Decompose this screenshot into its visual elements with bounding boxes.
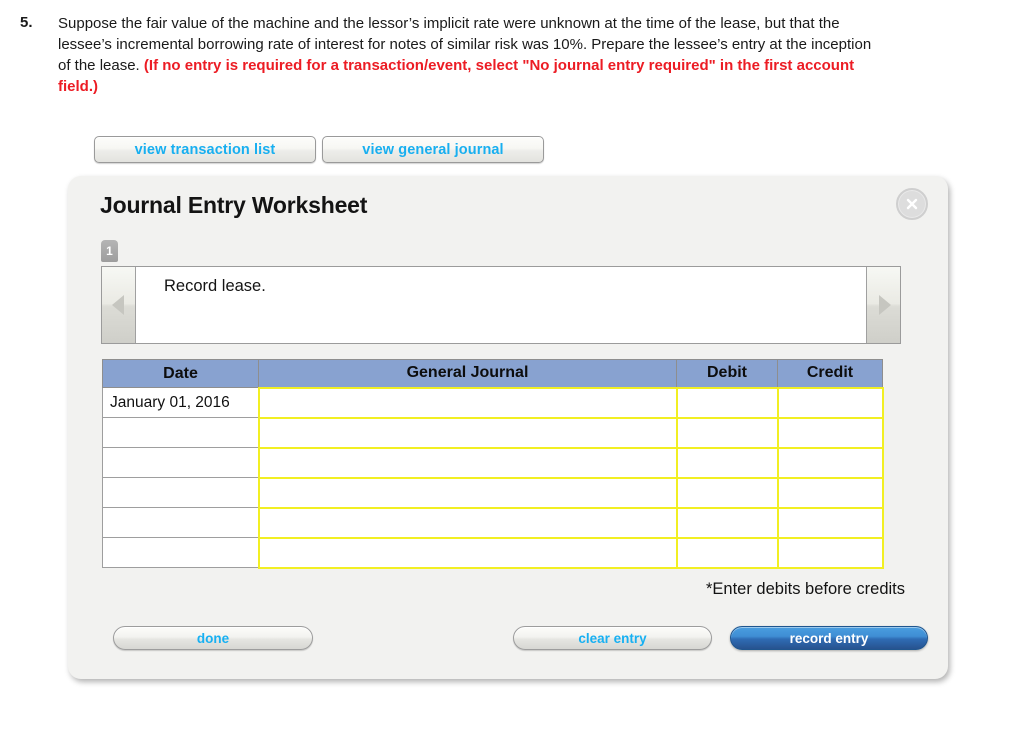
table-row (102, 416, 884, 449)
cell-credit[interactable] (776, 536, 884, 569)
cell-debit[interactable] (675, 446, 779, 479)
done-button[interactable]: done (113, 626, 313, 650)
transaction-prompt-text: Record lease. (164, 277, 266, 295)
column-header-debit: Debit (676, 359, 778, 388)
cell-credit[interactable] (776, 506, 884, 539)
worksheet-tab-1[interactable]: 1 (101, 240, 118, 262)
table-row (102, 536, 884, 569)
column-header-credit: Credit (777, 359, 883, 388)
question-text: Suppose the fair value of the machine an… (58, 13, 880, 97)
cell-debit[interactable] (675, 386, 779, 419)
view-transaction-list-button[interactable]: view transaction list (94, 136, 316, 163)
cell-debit[interactable] (675, 506, 779, 539)
page-root: 5. Suppose the fair value of the machine… (0, 0, 1024, 736)
cell-general-journal[interactable] (257, 476, 678, 509)
cell-date (102, 477, 259, 508)
table-row (102, 446, 884, 479)
journal-entry-worksheet-panel: Journal Entry Worksheet 1 Record lease. (68, 176, 948, 679)
table-row (102, 476, 884, 509)
cell-credit[interactable] (776, 386, 884, 419)
journal-entry-table: Date General Journal Debit Credit Januar… (102, 359, 884, 569)
cell-date: January 01, 2016 (102, 387, 259, 418)
cell-date (102, 537, 259, 568)
cell-debit[interactable] (675, 416, 779, 449)
cell-date (102, 447, 259, 478)
clear-entry-button[interactable]: clear entry (513, 626, 712, 650)
panel-title: Journal Entry Worksheet (100, 192, 368, 218)
question-text-highlight: (If no entry is required for a transacti… (58, 57, 855, 95)
question-block: 5. Suppose the fair value of the machine… (20, 13, 880, 97)
table-row (102, 506, 884, 539)
cell-credit[interactable] (776, 476, 884, 509)
triangle-left-icon[interactable] (102, 267, 136, 343)
close-icon[interactable] (896, 188, 928, 220)
cell-general-journal[interactable] (257, 446, 678, 479)
cell-date (102, 417, 259, 448)
cell-general-journal[interactable] (257, 416, 678, 449)
cell-general-journal[interactable] (257, 536, 678, 569)
column-header-date: Date (102, 359, 259, 388)
transaction-prompt-strip: Record lease. (101, 266, 901, 344)
cell-debit[interactable] (675, 536, 779, 569)
cell-general-journal[interactable] (257, 506, 678, 539)
cell-debit[interactable] (675, 476, 779, 509)
table-row: January 01, 2016 (102, 386, 884, 419)
cell-general-journal[interactable] (257, 386, 678, 419)
view-general-journal-button[interactable]: view general journal (322, 136, 544, 163)
cell-credit[interactable] (776, 416, 884, 449)
triangle-right-icon[interactable] (866, 267, 900, 343)
column-header-general-journal: General Journal (258, 359, 677, 388)
table-header-row: Date General Journal Debit Credit (102, 359, 883, 388)
record-entry-button[interactable]: record entry (730, 626, 928, 650)
question-number: 5. (20, 14, 33, 31)
cell-credit[interactable] (776, 446, 884, 479)
debits-before-credits-note: *Enter debits before credits (705, 580, 905, 598)
cell-date (102, 507, 259, 538)
